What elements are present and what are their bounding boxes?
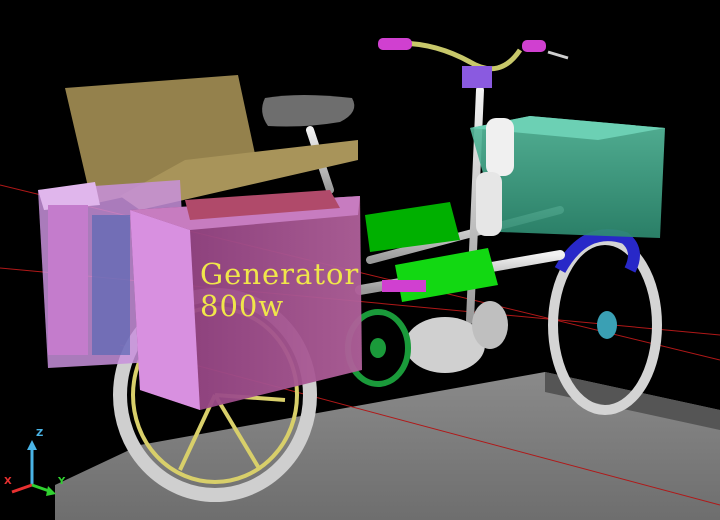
front-wheel <box>548 229 662 415</box>
axis-triad-icon <box>11 440 56 496</box>
cad-viewport[interactable] <box>0 0 720 520</box>
handlebar[interactable] <box>378 38 569 88</box>
generator-box <box>130 190 362 410</box>
axis-z-label: Z <box>36 428 44 439</box>
axis-x-label: X <box>4 476 12 487</box>
axis-y-label: Y <box>58 476 66 487</box>
seat <box>262 95 355 127</box>
motor <box>405 301 508 373</box>
